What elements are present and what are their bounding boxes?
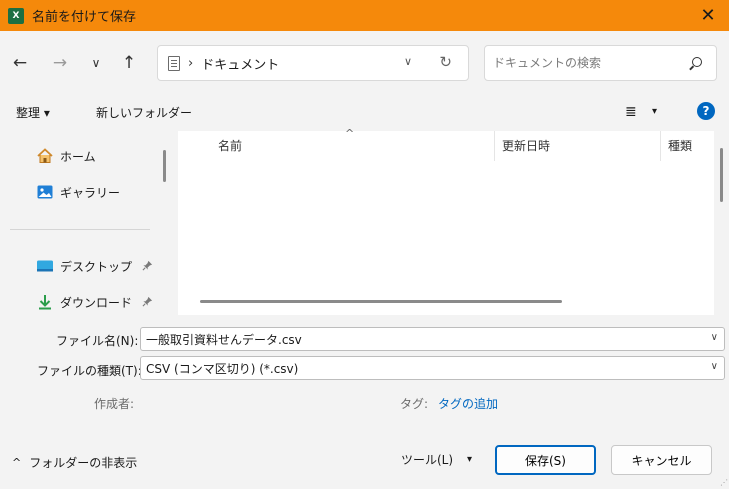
forward-button[interactable]: → [48, 51, 72, 75]
hide-folders-label: フォルダーの非表示 [29, 456, 138, 470]
back-button[interactable]: ← [8, 51, 32, 75]
sidebar-item-label: デスクトップ [60, 259, 133, 274]
search-input[interactable] [493, 54, 673, 72]
filetype-label: ファイルの種類(T): [37, 364, 142, 378]
up-button[interactable]: ↑ [117, 51, 141, 75]
save-button[interactable]: 保存(S) [495, 445, 596, 475]
organize-button[interactable]: 整理 ▾ [16, 104, 50, 121]
refresh-button[interactable]: ↻ [439, 53, 452, 71]
resize-grip-icon[interactable]: ⋰ [720, 478, 728, 487]
filetype-dropdown-button[interactable]: ∨ [711, 361, 718, 372]
home-icon [36, 147, 54, 165]
filename-field[interactable]: 一般取引資料せんデータ.csv ∨ [140, 327, 725, 351]
navigation-pane: ホーム ギャラリー デスクトップ ダウンロード [0, 131, 166, 315]
column-divider[interactable] [660, 131, 661, 161]
tools-button[interactable]: ツール(L) [401, 451, 453, 468]
sort-ascending-icon: ^ [345, 127, 355, 140]
sidebar-item-label: ギャラリー [60, 185, 121, 200]
close-button[interactable]: ✕ [697, 4, 719, 26]
search-icon[interactable] [692, 57, 702, 67]
breadcrumb-chevron-icon[interactable]: › [188, 56, 193, 71]
filetype-value[interactable]: CSV (コンマ区切り) (*.csv) [146, 360, 298, 377]
filename-value[interactable]: 一般取引資料せんデータ.csv [146, 331, 302, 348]
desktop-icon [36, 257, 54, 275]
sidebar-item-desktop[interactable]: デスクトップ [36, 255, 132, 277]
sidebar-item-home[interactable]: ホーム [36, 145, 96, 167]
command-bar: 整理 ▾ 新しいフォルダー ≣ ▾ ? [0, 95, 729, 129]
address-dropdown-button[interactable]: ∨ [404, 55, 412, 68]
breadcrumb-documents[interactable]: ドキュメント [201, 54, 279, 73]
new-folder-button[interactable]: 新しいフォルダー [96, 104, 192, 121]
author-label: 作成者: [94, 397, 135, 411]
tags-label: タグ: [400, 397, 429, 411]
documents-icon [168, 55, 180, 71]
sidebar-item-gallery[interactable]: ギャラリー [36, 181, 120, 203]
gallery-icon [36, 183, 54, 201]
filename-dropdown-button[interactable]: ∨ [711, 332, 718, 343]
sidebar-scrollbar[interactable] [163, 150, 166, 182]
tools-dropdown-icon[interactable]: ▾ [467, 454, 472, 465]
file-list[interactable]: ^ 名前 更新日時 種類 [178, 127, 714, 315]
column-divider[interactable] [494, 131, 495, 161]
address-bar[interactable]: › ドキュメント ∨ ↻ [157, 45, 469, 81]
save-options: ファイル名(N): 一般取引資料せんデータ.csv ∨ ファイルの種類(T): … [0, 318, 729, 428]
column-header-name[interactable]: 名前 [218, 137, 242, 154]
column-header-date-modified[interactable]: 更新日時 [502, 137, 550, 154]
sidebar-item-label: ダウンロード [60, 295, 133, 310]
add-tag-link[interactable]: タグの追加 [438, 395, 498, 412]
navigation-bar: ← → ∨ ↑ › ドキュメント ∨ ↻ [0, 31, 729, 93]
sidebar-item-label: ホーム [60, 149, 96, 164]
chevron-up-icon: ^ [12, 456, 22, 469]
hide-folders-button[interactable]: ^ フォルダーの非表示 [12, 454, 137, 471]
cancel-button[interactable]: キャンセル [611, 445, 712, 475]
title-bar: X 名前を付けて保存 ✕ [0, 0, 729, 31]
recent-locations-button[interactable]: ∨ [84, 51, 108, 75]
window-title: 名前を付けて保存 [32, 10, 137, 25]
view-list-icon[interactable]: ≣ [625, 104, 637, 120]
pin-icon[interactable] [142, 296, 153, 310]
pin-icon[interactable] [142, 260, 153, 274]
filetype-select[interactable]: CSV (コンマ区切り) (*.csv) ∨ [140, 356, 725, 380]
help-icon[interactable]: ? [697, 102, 715, 120]
filename-label: ファイル名(N): [56, 334, 139, 348]
vertical-scrollbar[interactable] [720, 148, 723, 202]
horizontal-scrollbar[interactable] [200, 300, 562, 303]
sidebar-divider [10, 229, 150, 230]
dialog-footer: ^ フォルダーの非表示 ツール(L) ▾ 保存(S) キャンセル ⋰ [0, 428, 729, 489]
download-icon [36, 293, 54, 311]
search-box[interactable] [484, 45, 717, 81]
excel-logo-icon: X [8, 7, 24, 24]
sidebar-item-downloads[interactable]: ダウンロード [36, 291, 132, 313]
column-header-type[interactable]: 種類 [668, 137, 692, 154]
view-dropdown-button[interactable]: ▾ [652, 106, 657, 117]
